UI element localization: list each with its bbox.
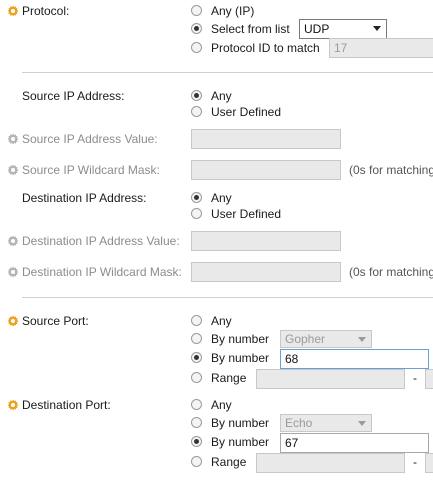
dest-port-by-number-radio[interactable] bbox=[191, 436, 202, 447]
dest-ip-mask-input[interactable] bbox=[191, 262, 341, 282]
source-ip-mask-note: (0s for matching bbox=[349, 163, 433, 177]
optional-gear-icon bbox=[7, 133, 19, 145]
required-gear-icon bbox=[7, 399, 19, 411]
protocol-select-list-label: Select from list bbox=[211, 22, 290, 36]
protocol-label: Protocol: bbox=[22, 4, 70, 18]
source-ip-value-input[interactable] bbox=[191, 129, 341, 149]
dest-port-by-list-label: By number bbox=[211, 416, 270, 430]
source-port-range-from-input[interactable] bbox=[256, 369, 405, 389]
protocol-list-value: UDP bbox=[304, 22, 330, 36]
source-port-by-list-label: By number bbox=[211, 332, 270, 346]
dest-port-list-value: Echo bbox=[285, 416, 313, 430]
chevron-down-icon bbox=[358, 337, 366, 342]
dest-port-number-input[interactable]: 67 bbox=[280, 433, 429, 453]
source-port-by-number-label: By number bbox=[211, 351, 270, 365]
protocol-id-radio[interactable] bbox=[191, 42, 202, 53]
protocol-list-select[interactable]: UDP bbox=[299, 19, 387, 39]
protocol-any-label: Any (IP) bbox=[211, 4, 255, 18]
dest-port-label: Destination Port: bbox=[22, 398, 111, 412]
dest-port-list-select[interactable]: Echo bbox=[280, 414, 372, 432]
source-port-any-label: Any bbox=[211, 314, 232, 328]
dest-ip-mask-label: Destination IP Wildcard Mask: bbox=[22, 265, 182, 279]
dest-ip-mask-note: (0s for matching bbox=[349, 265, 433, 279]
range-separator: - bbox=[413, 455, 417, 469]
protocol-id-input[interactable]: 17 bbox=[329, 38, 433, 58]
protocol-select-list-radio[interactable] bbox=[191, 23, 202, 34]
source-port-label: Source Port: bbox=[22, 314, 89, 328]
dest-ip-label: Destination IP Address: bbox=[22, 191, 147, 205]
required-gear-icon bbox=[7, 315, 19, 327]
dest-ip-user-defined-label: User Defined bbox=[211, 207, 282, 221]
source-port-range-to-input[interactable] bbox=[425, 369, 433, 389]
divider bbox=[22, 72, 433, 73]
source-port-list-select[interactable]: Gopher bbox=[280, 330, 372, 348]
optional-gear-icon bbox=[7, 164, 19, 176]
dest-ip-any-label: Any bbox=[211, 191, 232, 205]
source-port-any-radio[interactable] bbox=[191, 315, 202, 326]
optional-gear-icon bbox=[7, 235, 19, 247]
source-port-by-number-radio[interactable] bbox=[191, 352, 202, 363]
source-ip-value-label: Source IP Address Value: bbox=[22, 132, 158, 146]
dest-port-any-radio[interactable] bbox=[191, 399, 202, 410]
dest-port-range-from-input[interactable] bbox=[256, 453, 405, 473]
protocol-id-label: Protocol ID to match bbox=[211, 41, 320, 55]
dest-port-range-radio[interactable] bbox=[191, 456, 202, 467]
range-separator: - bbox=[413, 371, 417, 385]
chevron-down-icon bbox=[358, 421, 366, 426]
source-port-range-radio[interactable] bbox=[191, 372, 202, 383]
source-port-range-label: Range bbox=[211, 371, 247, 385]
divider bbox=[22, 297, 433, 298]
dest-ip-any-radio[interactable] bbox=[191, 192, 202, 203]
source-ip-mask-input[interactable] bbox=[191, 160, 341, 180]
source-port-by-list-radio[interactable] bbox=[191, 333, 202, 344]
source-ip-mask-label: Source IP Wildcard Mask: bbox=[22, 163, 160, 177]
required-gear-icon bbox=[7, 5, 19, 17]
dest-port-any-label: Any bbox=[211, 398, 232, 412]
source-ip-label: Source IP Address: bbox=[22, 89, 125, 103]
dest-port-range-to-input[interactable] bbox=[425, 453, 433, 473]
dest-port-by-number-label: By number bbox=[211, 435, 270, 449]
source-ip-user-defined-label: User Defined bbox=[211, 105, 282, 119]
dest-ip-value-input[interactable] bbox=[191, 231, 341, 251]
source-ip-user-defined-radio[interactable] bbox=[191, 106, 202, 117]
chevron-down-icon bbox=[373, 26, 381, 31]
dest-ip-user-defined-radio[interactable] bbox=[191, 208, 202, 219]
source-ip-any-label: Any bbox=[211, 89, 232, 103]
optional-gear-icon bbox=[7, 266, 19, 278]
source-port-list-value: Gopher bbox=[285, 332, 326, 346]
dest-ip-value-label: Destination IP Address Value: bbox=[22, 234, 180, 248]
dest-port-range-label: Range bbox=[211, 455, 247, 469]
source-port-number-input[interactable]: 68 bbox=[280, 349, 429, 369]
dest-port-by-list-radio[interactable] bbox=[191, 417, 202, 428]
protocol-any-radio[interactable] bbox=[191, 5, 202, 16]
source-ip-any-radio[interactable] bbox=[191, 90, 202, 101]
